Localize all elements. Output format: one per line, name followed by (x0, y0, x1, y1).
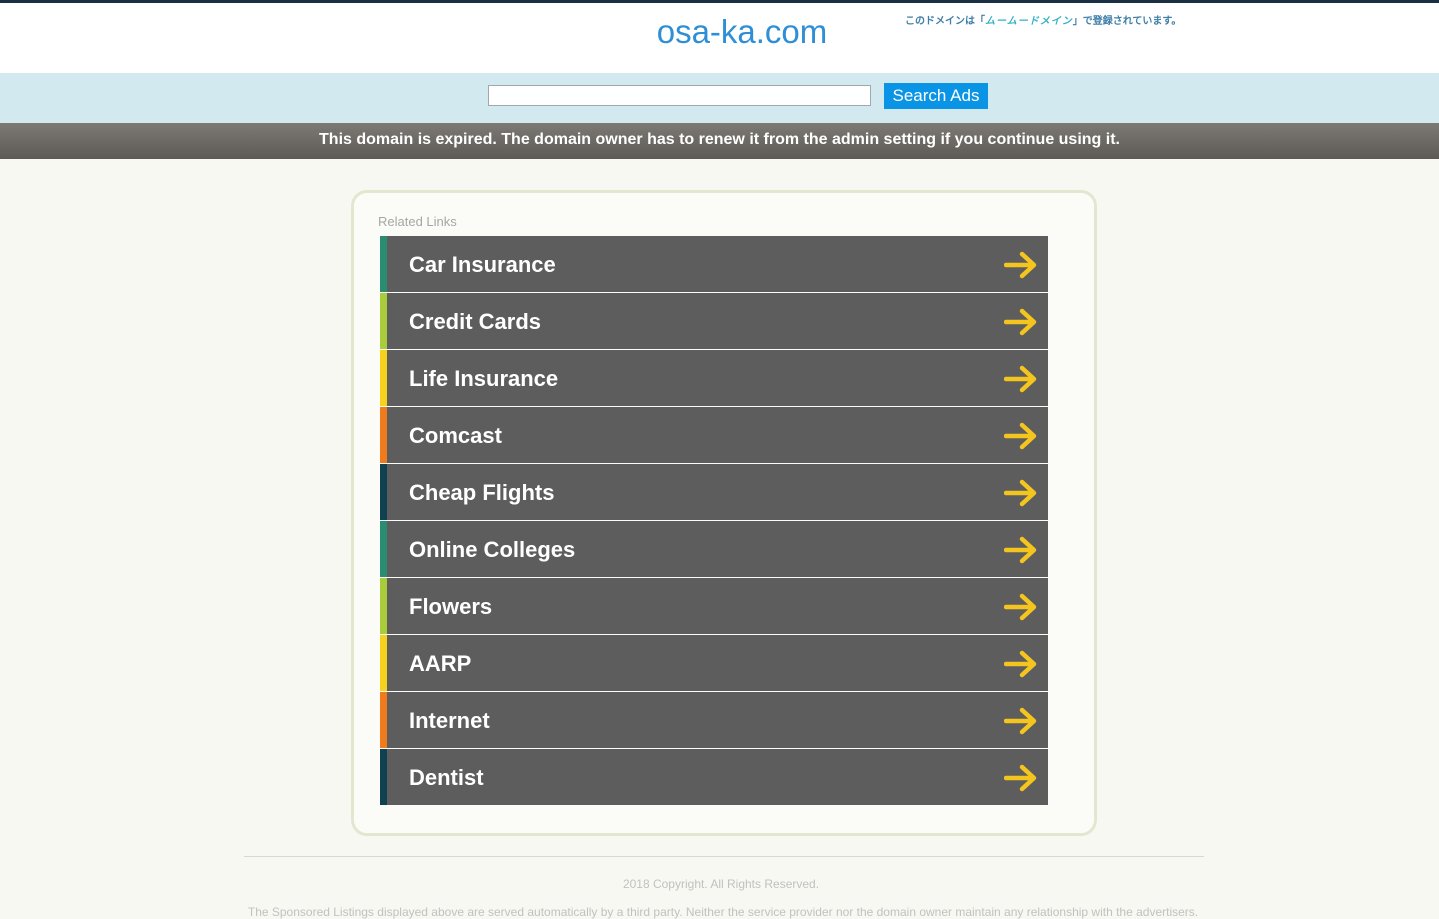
arrow-right-icon (1004, 764, 1037, 792)
arrow-right-icon (1004, 593, 1037, 621)
registrar-logo-text: ムームードメイン (985, 16, 1073, 27)
related-link-label[interactable]: Car Insurance (409, 236, 556, 293)
arrow-right-icon (1004, 251, 1037, 279)
copyright-text: 2018 Copyright. All Rights Reserved. (622, 877, 820, 891)
related-links-list: Car Insurance Credit Cards Life Insurance C… (380, 236, 1048, 805)
related-link-item[interactable]: Life Insurance (380, 350, 1048, 406)
arrow-right-icon (1004, 536, 1037, 564)
related-link-label[interactable]: Flowers (409, 578, 492, 635)
arrow-right-icon (1004, 308, 1037, 336)
related-link-item[interactable]: Cheap Flights (380, 464, 1048, 520)
expired-notice: This domain is expired. The domain owner… (0, 123, 1439, 159)
related-link-label[interactable]: Internet (409, 692, 490, 749)
related-link-item[interactable]: Comcast (380, 407, 1048, 463)
related-link-label[interactable]: Credit Cards (409, 293, 541, 350)
registrar-notice[interactable]: このドメインは「ムームードメイン」で登録されています。 (905, 12, 1181, 27)
related-link-item[interactable]: Credit Cards (380, 293, 1048, 349)
related-links-label: Related Links (378, 214, 457, 229)
related-link-item[interactable]: Internet (380, 692, 1048, 748)
search-bar: Search Ads (0, 73, 1439, 123)
related-link-label[interactable]: Life Insurance (409, 350, 558, 407)
site-title[interactable]: osa-ka.com (0, 13, 1439, 51)
arrow-right-icon (1004, 707, 1037, 735)
related-link-item[interactable]: Online Colleges (380, 521, 1048, 577)
registrar-notice-prefix: このドメインは「 (905, 16, 985, 27)
related-link-item[interactable]: AARP (380, 635, 1048, 691)
search-ads-button[interactable]: Search Ads (884, 83, 988, 109)
related-link-item[interactable]: Flowers (380, 578, 1048, 634)
footer-divider (244, 856, 1204, 857)
related-link-label[interactable]: Comcast (409, 407, 502, 464)
search-input[interactable] (488, 85, 871, 106)
arrow-right-icon (1004, 650, 1037, 678)
arrow-right-icon (1004, 365, 1037, 393)
related-link-label[interactable]: Dentist (409, 749, 484, 806)
related-link-item[interactable]: Dentist (380, 749, 1048, 805)
header: osa-ka.com このドメインは「ムームードメイン」で登録されています。 (0, 3, 1439, 73)
related-link-label[interactable]: AARP (409, 635, 471, 692)
registrar-notice-suffix: 」で登録されています。 (1072, 16, 1182, 27)
arrow-right-icon (1004, 422, 1037, 450)
related-link-label[interactable]: Cheap Flights (409, 464, 554, 521)
arrow-right-icon (1004, 479, 1037, 507)
related-link-label[interactable]: Online Colleges (409, 521, 575, 578)
related-link-item[interactable]: Car Insurance (380, 236, 1048, 292)
